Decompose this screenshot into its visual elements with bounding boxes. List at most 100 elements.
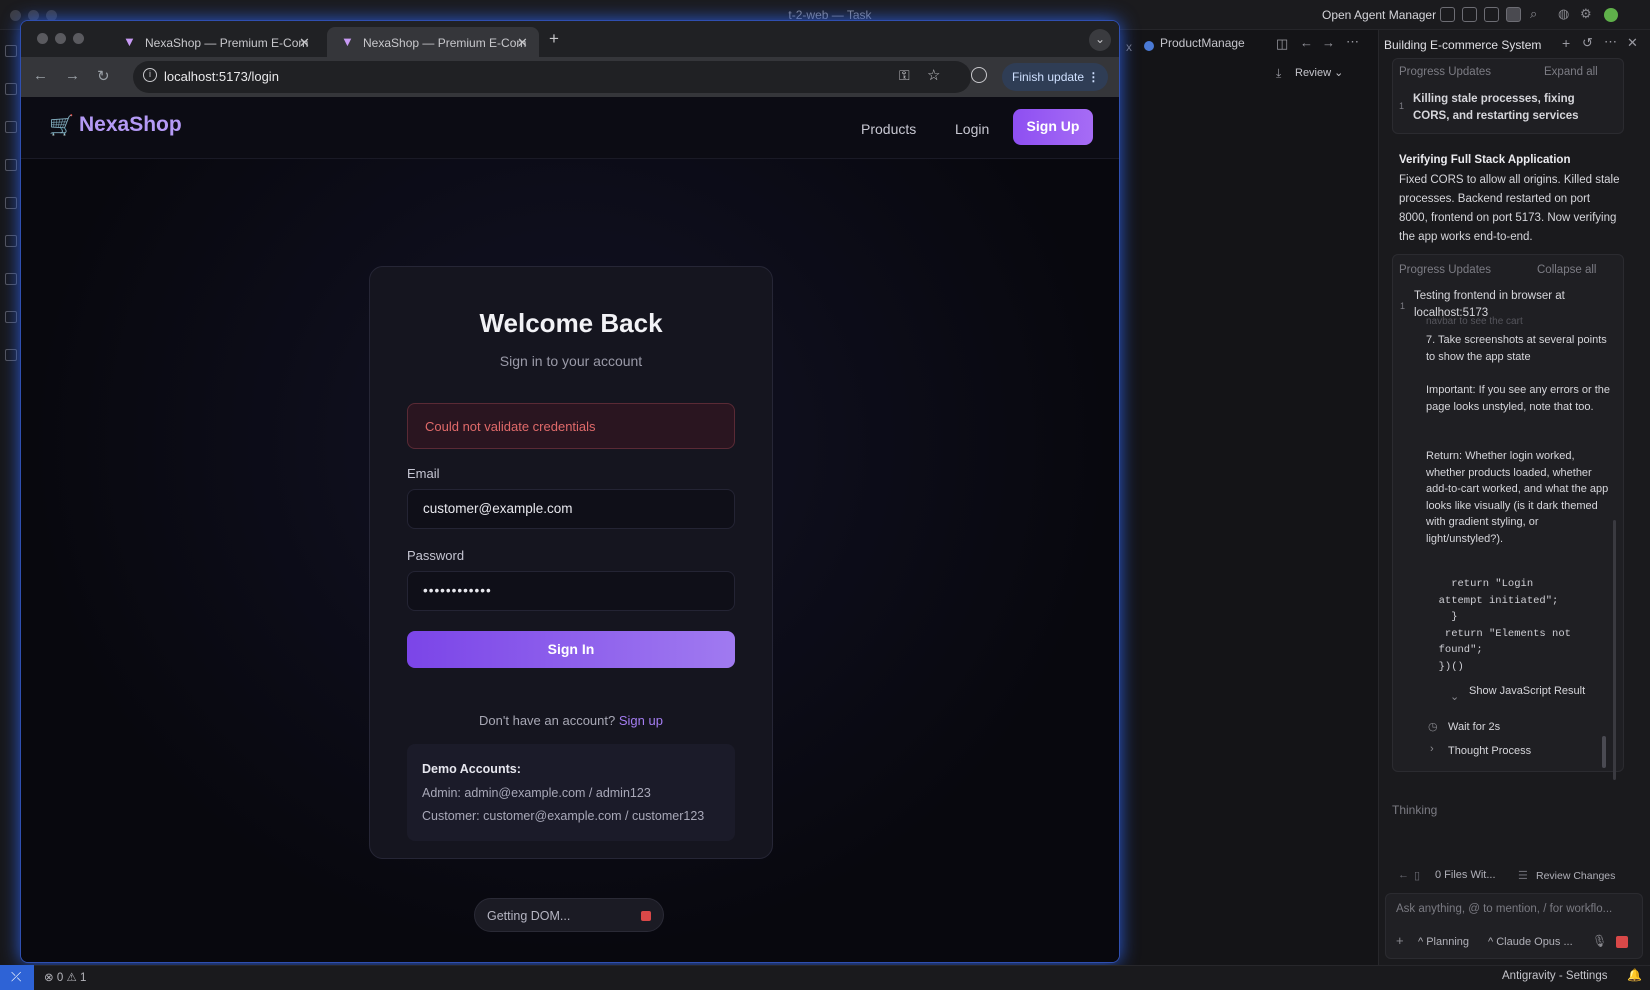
collapse-all-button[interactable]: Collapse all: [1537, 264, 1596, 276]
gear-icon[interactable]: ⚙: [1580, 6, 1592, 22]
add-icon[interactable]: +: [1562, 35, 1570, 51]
remote-icon: ⤫: [11, 969, 22, 984]
package-icon[interactable]: [5, 311, 17, 323]
nav-signup-button[interactable]: Sign Up: [1013, 109, 1093, 145]
close-icon[interactable]: ✕: [299, 35, 310, 51]
verify-body: Fixed CORS to allow all origins. Killed …: [1399, 174, 1620, 243]
close-icon[interactable]: ✕: [1627, 35, 1638, 51]
back-arrow-icon[interactable]: ←: [33, 67, 48, 84]
back-arrow-icon[interactable]: ←: [1398, 869, 1409, 881]
more-icon[interactable]: ⋯: [1346, 34, 1359, 50]
remote-icon[interactable]: [5, 197, 17, 209]
review-dropdown[interactable]: Review ⌄: [1295, 66, 1343, 79]
profile-icon[interactable]: [971, 67, 987, 83]
show-js-result-toggle[interactable]: Show JavaScript Result: [1469, 683, 1609, 700]
no-account-text: Don't have an account? Sign up: [369, 713, 773, 728]
sidebar-toggle-icon[interactable]: [1462, 7, 1477, 22]
site-info-icon[interactable]: i: [143, 68, 157, 82]
stop-button[interactable]: [1616, 936, 1628, 948]
review-changes-button[interactable]: Review Changes: [1536, 870, 1615, 882]
panel-toggle-icon[interactable]: [1484, 7, 1499, 22]
tab-label: NexaShop — Premium E-Com: [363, 36, 527, 50]
site-logo[interactable]: NexaShop: [79, 113, 182, 137]
maximize-window-button[interactable]: [73, 33, 84, 44]
email-field[interactable]: customer@example.com: [407, 489, 735, 529]
new-tab-button[interactable]: +: [549, 29, 559, 49]
password-label: Password: [407, 548, 465, 563]
debug-icon[interactable]: [5, 159, 17, 171]
split-editor-icon[interactable]: ◫: [1276, 36, 1288, 52]
model-dropdown[interactable]: ^ Claude Opus ...: [1488, 936, 1573, 948]
minimize-window-button[interactable]: [55, 33, 66, 44]
database-icon[interactable]: [5, 349, 17, 361]
close-icon[interactable]: ✕: [517, 35, 528, 51]
code-snippet: return "Login attempt initiated"; } retu…: [1438, 578, 1571, 673]
nav-login-link[interactable]: Login: [955, 121, 989, 137]
stop-button[interactable]: [641, 911, 651, 921]
settings-status-item[interactable]: Antigravity - Settings: [1502, 970, 1607, 982]
tab-product-manager[interactable]: ProductManage: [1160, 36, 1245, 50]
close-window-button[interactable]: [37, 33, 48, 44]
demo-admin: Admin: admin@example.com / admin123: [422, 786, 651, 800]
microphone-icon[interactable]: 🎙: [1592, 934, 1607, 948]
nav-products-link[interactable]: Products: [861, 121, 916, 137]
search-icon[interactable]: ⌕: [1530, 6, 1537, 22]
card-scrollbar[interactable]: [1613, 520, 1616, 780]
close-window-button[interactable]: [10, 10, 21, 21]
open-agent-manager-link[interactable]: Open Agent Manager: [1322, 8, 1436, 22]
reload-icon[interactable]: ↻: [97, 67, 110, 85]
files-changed-label[interactable]: 0 Files Wit...: [1435, 869, 1496, 881]
progress-updates-label: Progress Updates: [1399, 66, 1492, 78]
search-icon[interactable]: [5, 83, 17, 95]
step-number: 1: [1399, 101, 1405, 111]
warning-icon: ⚠: [66, 972, 77, 984]
sign-in-button[interactable]: Sign In: [407, 631, 735, 668]
getting-dom-indicator: Getting DOM...: [474, 898, 664, 932]
layout-icon[interactable]: [1440, 7, 1455, 22]
expand-all-button[interactable]: Expand all: [1544, 66, 1598, 78]
star-icon[interactable]: ☆: [927, 66, 940, 84]
tab-close-icon[interactable]: x: [1126, 40, 1132, 54]
password-field[interactable]: ••••••••••••: [407, 571, 735, 611]
planning-label: Planning: [1426, 936, 1470, 948]
panel-scrollbar[interactable]: [1602, 736, 1606, 768]
source-control-icon[interactable]: [5, 121, 17, 133]
globe-icon[interactable]: ◍: [1558, 6, 1569, 22]
key-icon[interactable]: ⚿: [899, 67, 910, 84]
explorer-icon[interactable]: [5, 45, 17, 57]
history-icon[interactable]: ↺: [1582, 35, 1593, 51]
browser-window: ▼ NexaShop — Premium E-Com ✕ ▼ NexaShop …: [20, 20, 1120, 963]
planning-mode-dropdown[interactable]: ^ Planning: [1418, 936, 1469, 948]
problems-indicator[interactable]: ⊗ 0 ⚠ 1: [44, 970, 86, 984]
download-icon[interactable]: ⤓: [1276, 66, 1281, 81]
react-file-icon: [1144, 41, 1154, 51]
add-icon[interactable]: +: [1396, 933, 1404, 948]
signup-link[interactable]: Sign up: [619, 713, 663, 728]
demo-customer: Customer: customer@example.com / custome…: [422, 809, 705, 823]
avatar[interactable]: [1604, 8, 1618, 22]
bell-icon[interactable]: 🔔: [1627, 968, 1642, 982]
chat-input[interactable]: Ask anything, @ to mention, / for workfl…: [1396, 903, 1612, 915]
browser-tab-2[interactable]: ▼ NexaShop — Premium E-Com ✕: [327, 27, 539, 57]
forward-arrow-icon[interactable]: →: [65, 67, 80, 84]
forward-arrow-icon[interactable]: →: [1322, 35, 1335, 50]
test-icon[interactable]: [5, 273, 17, 285]
tab-search-dropdown[interactable]: ⌄: [1089, 29, 1111, 51]
chevron-down-icon: ⌄: [1450, 691, 1460, 703]
model-label: Claude Opus ...: [1496, 936, 1573, 948]
finish-update-button[interactable]: Finish update ⋮: [1002, 63, 1108, 91]
secondary-sidebar-icon[interactable]: [1506, 7, 1521, 22]
chevron-down-icon: ⌄: [1334, 67, 1344, 79]
agent-panel-title: Building E-commerce System: [1384, 38, 1542, 52]
page-title: Welcome Back: [479, 308, 663, 338]
url-text: localhost:5173/login: [164, 69, 279, 84]
browser-tab-1[interactable]: ▼ NexaShop — Premium E-Com ✕: [109, 27, 321, 57]
cart-icon[interactable]: 🛒: [49, 113, 74, 138]
extensions-icon[interactable]: [5, 235, 17, 247]
thinking-label: Thinking: [1392, 803, 1438, 817]
back-arrow-icon[interactable]: ←: [1300, 35, 1313, 50]
remote-indicator[interactable]: ⤫: [0, 965, 34, 990]
thought-process-toggle[interactable]: Thought Process: [1448, 743, 1531, 760]
more-icon[interactable]: ⋯: [1604, 34, 1617, 50]
no-account-label: Don't have an account?: [479, 713, 616, 728]
